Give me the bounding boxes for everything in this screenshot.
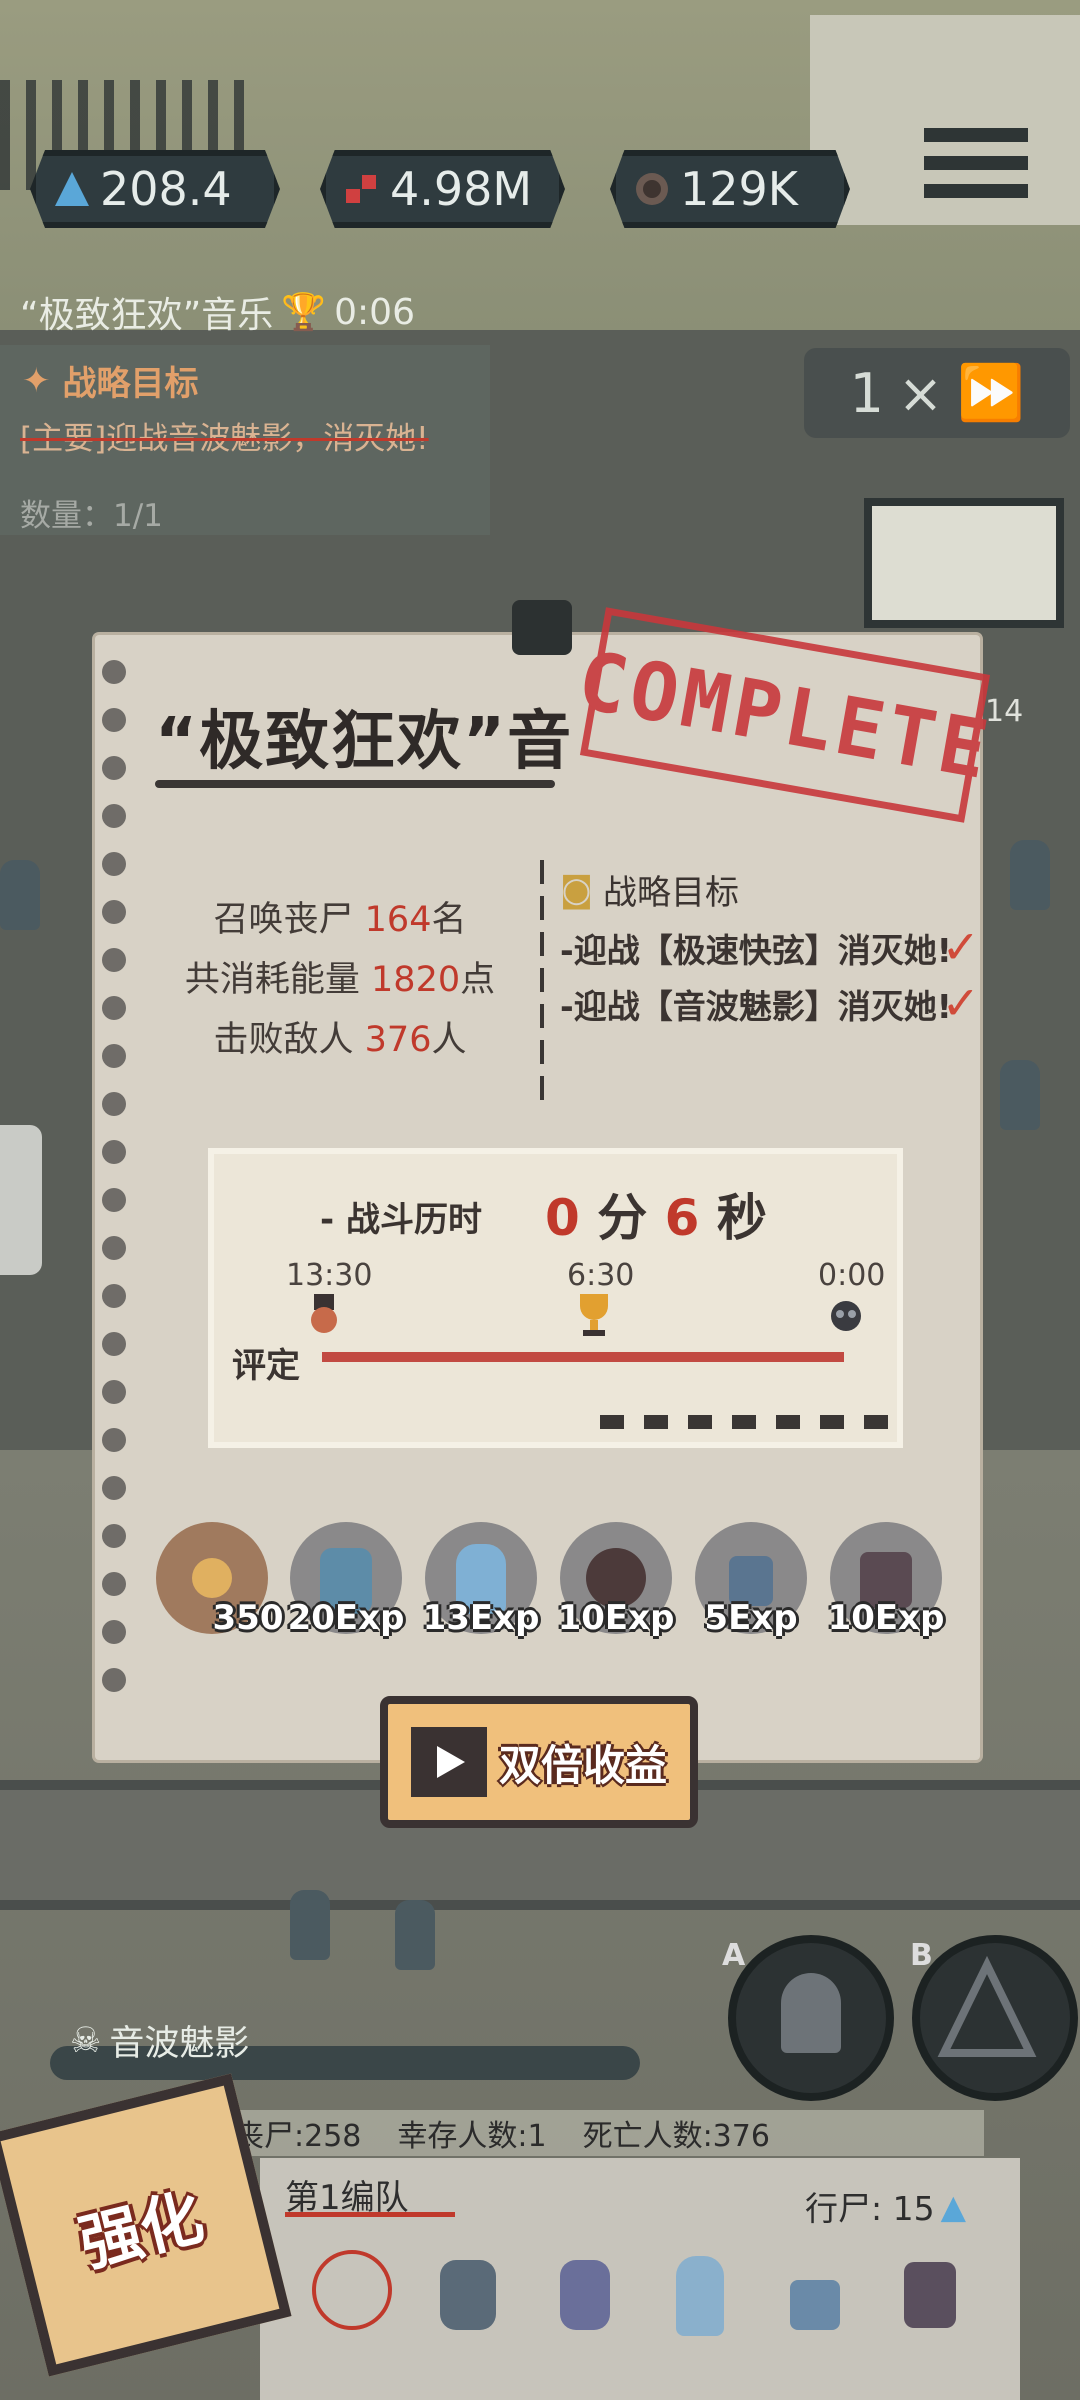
reward-label: 13Exp bbox=[422, 1598, 540, 1638]
goals-list: ◙ 战略目标 -迎战【极速快弦】消灭她! ✓ -迎战【音波魅影】消灭她! ✓ bbox=[560, 865, 980, 1044]
upgrade-label: 强化 bbox=[72, 2179, 211, 2281]
walker-count: 行尸: 15 ▲ bbox=[805, 2186, 966, 2229]
survivor-count: 幸存人数:1 bbox=[397, 2119, 547, 2154]
result-title: “极致狂欢”音 bbox=[155, 705, 574, 779]
rating-bar bbox=[322, 1352, 844, 1362]
target-icon: ◙ bbox=[560, 869, 593, 910]
track-name: “极致狂欢”音乐 bbox=[20, 295, 274, 336]
menu-button[interactable] bbox=[924, 128, 1028, 212]
objective-text: [主要]迎战音波魅影，消灭她! bbox=[20, 421, 429, 457]
timeline-tick: 13:30 bbox=[286, 1258, 373, 1293]
objective-title: ✦ 战略目标 bbox=[22, 360, 199, 405]
speed-value: 1 bbox=[849, 361, 884, 425]
triangle-icon bbox=[937, 1955, 1037, 2057]
double-reward-button[interactable]: 双倍收益 bbox=[380, 1696, 698, 1828]
objective-count: 数量：1/1 bbox=[20, 498, 163, 534]
rating-label: 评定 bbox=[232, 1346, 300, 1386]
unit-counts: 丧尸:258 幸存人数:1 死亡人数:376 bbox=[230, 2110, 984, 2156]
bronze-medal-icon bbox=[311, 1294, 337, 1333]
skill-b-button[interactable] bbox=[912, 1935, 1078, 2101]
blood-cells-icon bbox=[346, 175, 376, 203]
skull-icon: ☠ bbox=[70, 2020, 102, 2061]
blood-value: 4.98M bbox=[390, 162, 533, 216]
energy-triangle-icon bbox=[55, 172, 89, 206]
dead-count: 死亡人数:376 bbox=[582, 2119, 770, 2154]
zombie-sprite bbox=[0, 860, 40, 930]
timeline-tick: 0:00 bbox=[818, 1258, 886, 1293]
reward-label: 10Exp bbox=[557, 1598, 675, 1638]
battle-duration: 0 分 6 秒 bbox=[545, 1189, 767, 1247]
squad-unit-slot[interactable] bbox=[312, 2250, 392, 2350]
zombie-sprite bbox=[1000, 1060, 1040, 1130]
check-icon: ✓ bbox=[941, 920, 980, 974]
skull-badge-icon bbox=[831, 1301, 861, 1331]
hamburger-icon bbox=[924, 128, 1028, 142]
paper-clip bbox=[512, 600, 572, 655]
goal-item: -迎战【音波魅影】消灭她! ✓ bbox=[560, 976, 980, 1030]
skill-key-b: B bbox=[910, 1938, 933, 1973]
goal-item: -迎战【极速快弦】消灭她! ✓ bbox=[560, 920, 980, 974]
squad-unit-slot[interactable] bbox=[890, 2250, 970, 2350]
reward-label: 5Exp bbox=[704, 1598, 798, 1638]
squad-unit-slot[interactable] bbox=[428, 2250, 508, 2350]
timer-dashes bbox=[600, 1415, 895, 1429]
video-play-icon bbox=[410, 1727, 487, 1797]
double-reward-label: 双倍收益 bbox=[498, 1740, 667, 1790]
battle-duration-label: - 战斗历时 bbox=[320, 1200, 482, 1240]
zombie-count: 丧尸:258 bbox=[234, 2119, 362, 2154]
music-track: “极致狂欢”音乐 🏆 0:06 bbox=[20, 284, 490, 340]
side-drawer-tab[interactable] bbox=[0, 1125, 42, 1275]
reward-label: 20Exp bbox=[287, 1598, 405, 1638]
check-icon: ✓ bbox=[941, 976, 980, 1030]
goals-header: ◙ 战略目标 bbox=[560, 869, 739, 914]
speed-toggle-button[interactable]: 1 × ⏩ bbox=[804, 348, 1070, 438]
gold-trophy-icon bbox=[580, 1294, 608, 1336]
skill-a-button[interactable] bbox=[728, 1935, 894, 2101]
stat-summoned: 召唤丧尸 164名 bbox=[213, 900, 467, 940]
reward-label: 10Exp bbox=[827, 1598, 945, 1638]
squad-unit-slot[interactable] bbox=[545, 2250, 625, 2350]
squad-unit-slot[interactable] bbox=[775, 2250, 855, 2350]
zombie-sprite bbox=[1010, 840, 1050, 910]
skill-key-a: A bbox=[722, 1938, 746, 1973]
energy-triangle-icon: ▲ bbox=[940, 2186, 966, 2226]
fast-forward-icon: ⏩ bbox=[957, 361, 1025, 424]
brain-icon bbox=[636, 173, 668, 205]
brain-value: 129K bbox=[680, 162, 798, 216]
flame-icon bbox=[781, 1973, 841, 2053]
brain-counter: 129K bbox=[610, 150, 850, 228]
stat-defeated: 击败敌人 376人 bbox=[213, 1020, 467, 1060]
poster bbox=[864, 498, 1064, 628]
zombie-sprite bbox=[290, 1890, 330, 1960]
notebook-holes bbox=[102, 660, 130, 1720]
zombie-sprite bbox=[395, 1900, 435, 1970]
energy-counter: 208.4 bbox=[30, 150, 280, 228]
energy-value: 208.4 bbox=[100, 162, 232, 216]
boss-name: ☠ 音波魅影 bbox=[70, 2020, 250, 2065]
squad-unit-slot[interactable] bbox=[660, 2250, 740, 2350]
crosshair-icon: ✦ bbox=[22, 360, 51, 401]
squad-tab-underline bbox=[285, 2212, 455, 2217]
blood-counter: 4.98M bbox=[320, 150, 565, 228]
stat-energy: 共消耗能量 1820点 bbox=[184, 960, 496, 1000]
title-underline bbox=[155, 780, 555, 788]
trophy-icon: 🏆 bbox=[281, 292, 327, 333]
track-time: 0:06 bbox=[334, 291, 415, 333]
column-divider bbox=[540, 860, 544, 1100]
speed-unit: × bbox=[897, 361, 944, 425]
battle-stats: 召唤丧尸 164名 共消耗能量 1820点 击败敌人 376人 bbox=[150, 890, 530, 1070]
timeline-tick: 6:30 bbox=[567, 1258, 635, 1293]
